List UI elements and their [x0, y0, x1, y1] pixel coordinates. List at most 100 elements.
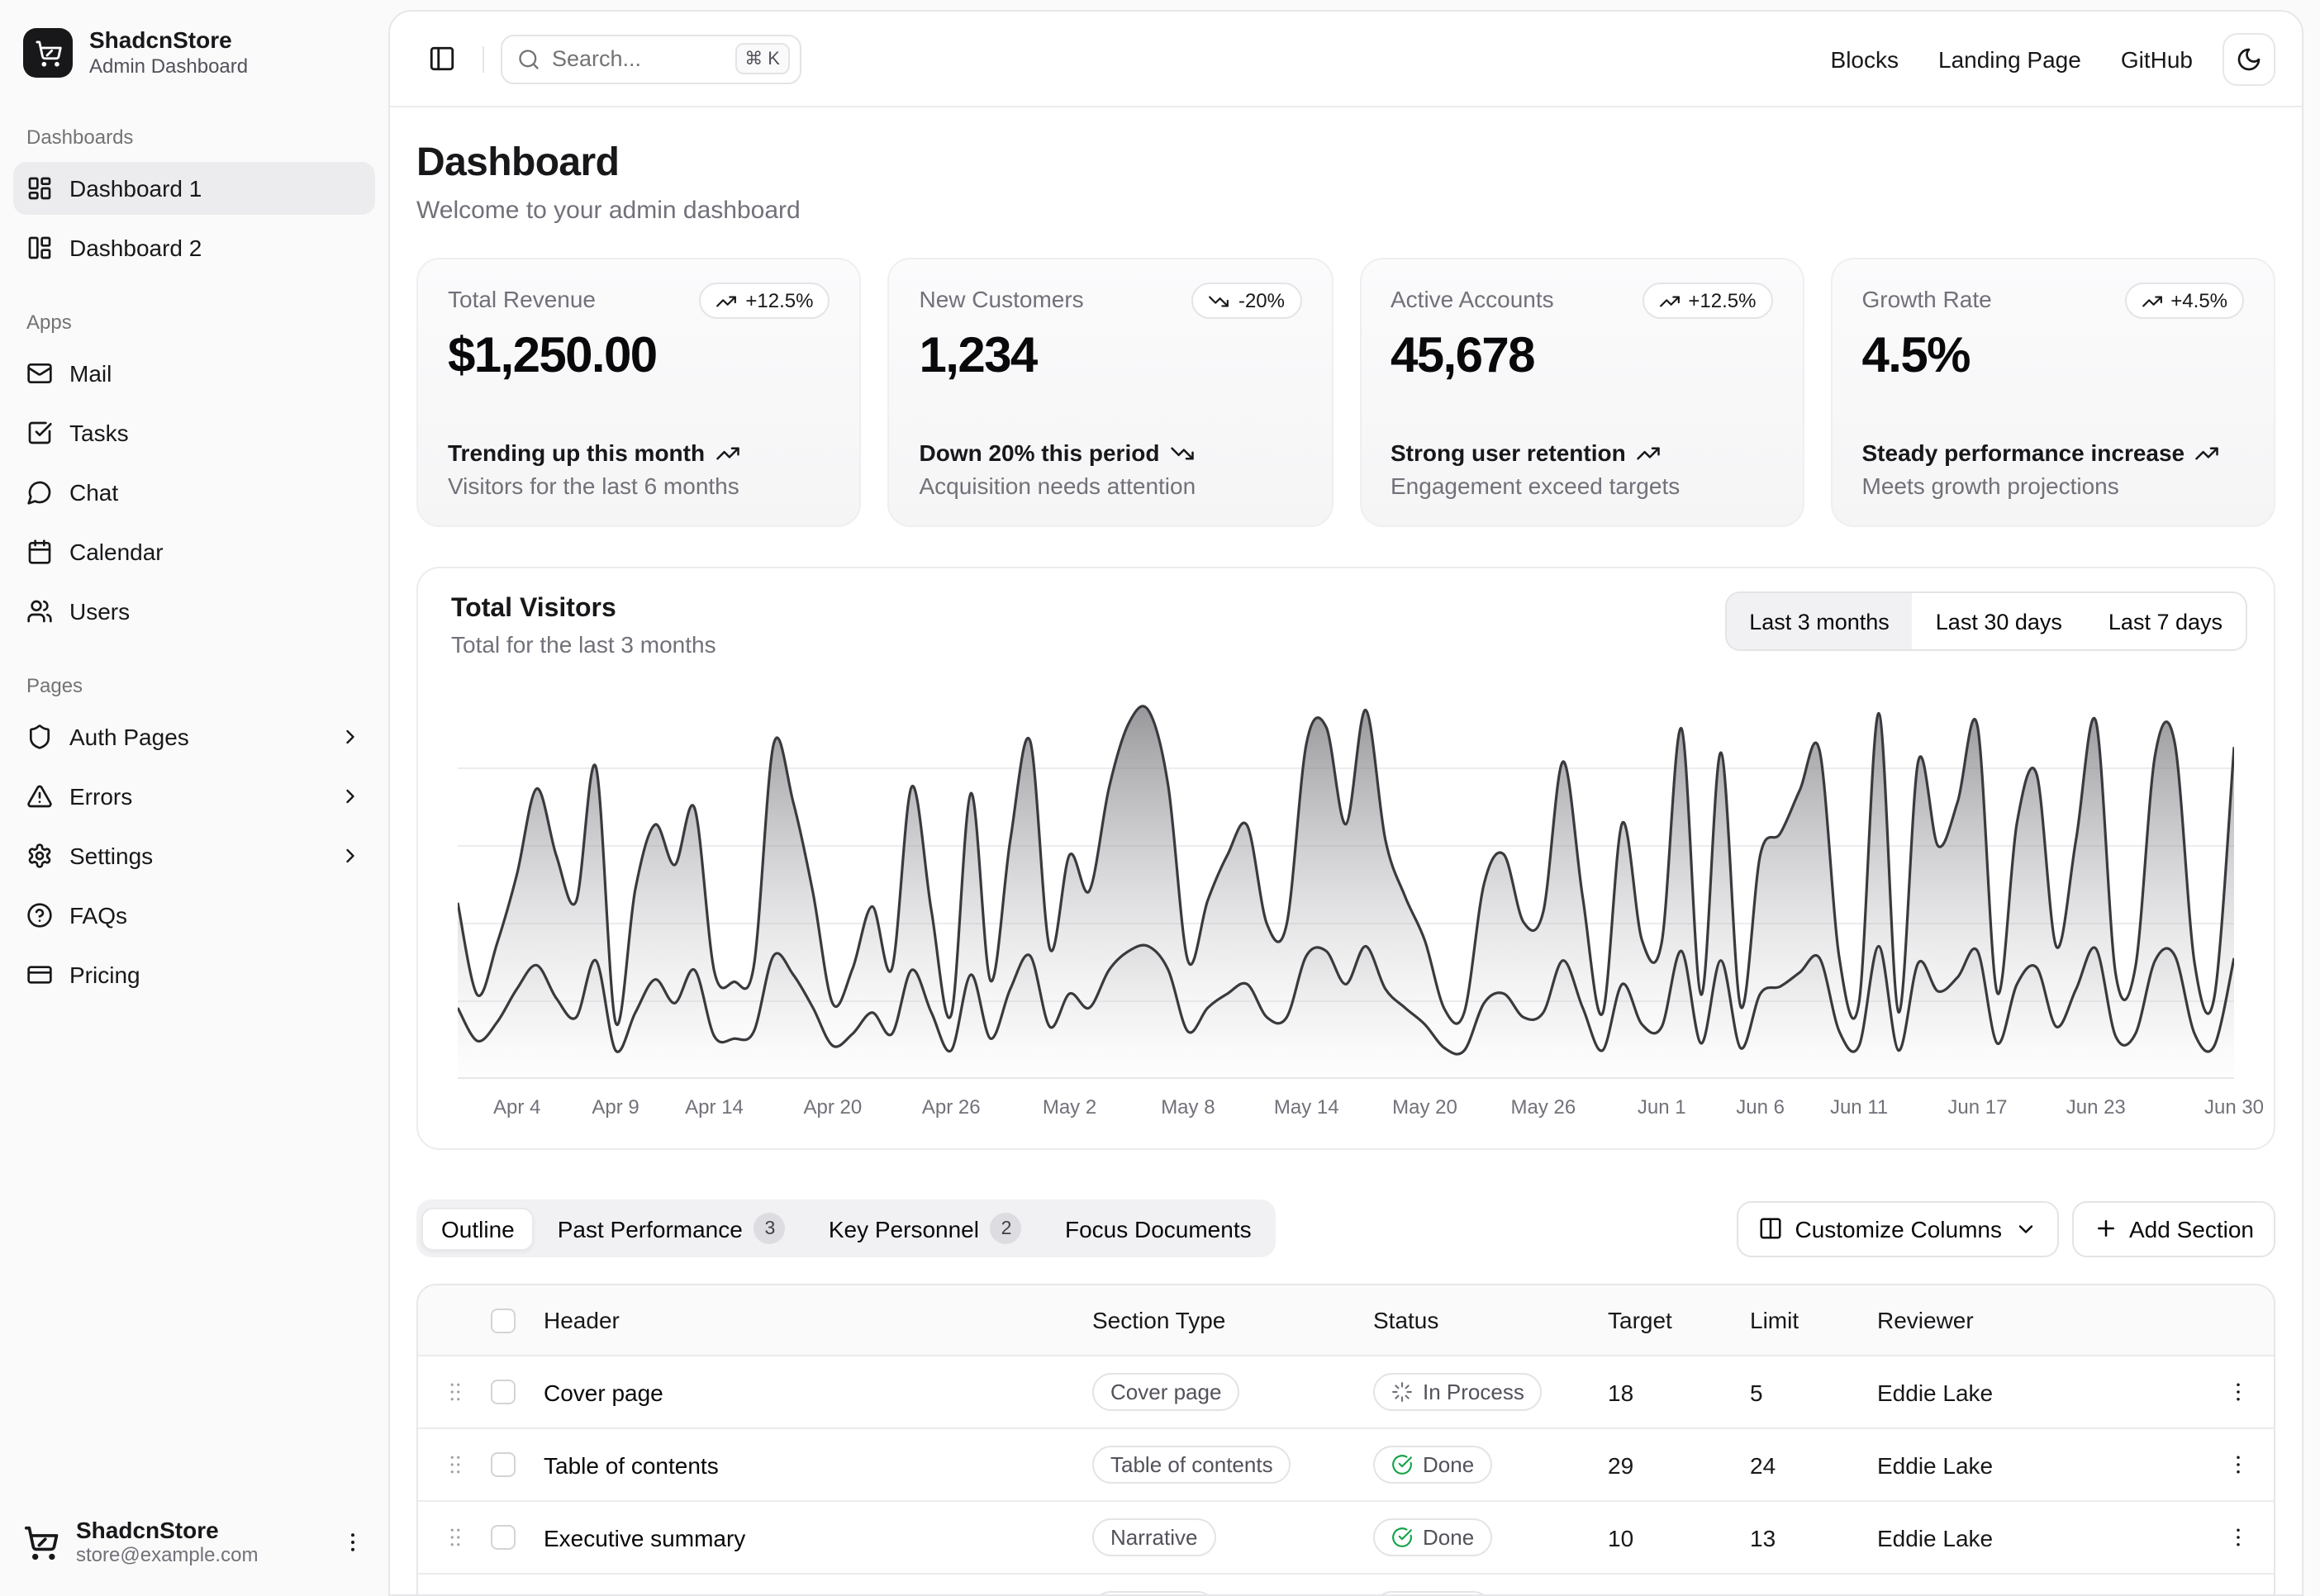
sidebar-item-dashboard-1[interactable]: Dashboard 1: [13, 163, 375, 216]
add-section-button[interactable]: Add Section: [2071, 1200, 2275, 1256]
count-badge: 3: [754, 1213, 786, 1244]
tab-past-performance[interactable]: Past Performance3: [538, 1204, 806, 1252]
trending-up-icon: [2141, 290, 2162, 311]
tab-key-personnel[interactable]: Key Personnel2: [809, 1204, 1042, 1252]
stat-caption: Visitors for the last 6 months: [448, 473, 830, 499]
table-row[interactable]: Cover page Cover page In Process 18 5 Ed…: [418, 1355, 2274, 1427]
sidebar-item-mail[interactable]: Mail: [13, 348, 375, 401]
col-header: Header: [537, 1307, 1079, 1333]
row-checkbox[interactable]: [491, 1452, 516, 1477]
row-name[interactable]: Cover page: [537, 1379, 1079, 1405]
link-landing-page[interactable]: Landing Page: [1938, 45, 2081, 72]
sidebar-item-pricing[interactable]: Pricing: [13, 949, 375, 1002]
customize-columns-button[interactable]: Customize Columns: [1737, 1200, 2058, 1256]
drag-handle-icon[interactable]: [418, 1380, 491, 1404]
square-check-icon: [26, 420, 53, 447]
x-tick-label: Apr 20: [804, 1095, 863, 1119]
sidebar-toggle-button[interactable]: [416, 34, 466, 83]
row-reviewer[interactable]: Eddie Lake: [1877, 1379, 2201, 1405]
ellipsis-vertical-icon[interactable]: [340, 1531, 365, 1556]
drag-handle-icon[interactable]: [418, 1452, 491, 1477]
search-input[interactable]: [552, 46, 723, 71]
users-icon: [26, 599, 53, 625]
table-row[interactable]: Technical approach Narrative Done 27 23 …: [418, 1573, 2274, 1594]
sidebar-item-label: Calendar: [69, 539, 164, 566]
row-target[interactable]: 18: [1608, 1379, 1750, 1405]
row-target[interactable]: 10: [1608, 1524, 1750, 1551]
circle-check-icon: [1391, 1527, 1413, 1548]
status-badge: Done: [1373, 1446, 1492, 1484]
select-all-checkbox[interactable]: [491, 1308, 516, 1332]
row-reviewer[interactable]: Eddie Lake: [1877, 1451, 2201, 1478]
sidebar-item-auth-pages[interactable]: Auth Pages: [13, 711, 375, 764]
row-reviewer[interactable]: Eddie Lake: [1877, 1524, 2201, 1551]
range-last-3-months[interactable]: Last 3 months: [1726, 593, 1913, 649]
link-github[interactable]: GitHub: [2121, 45, 2193, 72]
stat-cards: Total Revenue +12.5% $1,250.00 Trending …: [416, 258, 2275, 527]
trend-badge: +12.5%: [1642, 283, 1772, 319]
page-title: Dashboard: [416, 140, 2275, 187]
row-limit[interactable]: 13: [1750, 1524, 1877, 1551]
drag-handle-icon[interactable]: [418, 1525, 491, 1550]
table-row[interactable]: Executive summary Narrative Done 10 13 E…: [418, 1500, 2274, 1573]
topbar: ⌘ K Blocks Landing Page GitHub: [390, 12, 2302, 107]
trending-up-icon: [1636, 440, 1661, 465]
dark-mode-toggle[interactable]: [2223, 32, 2275, 85]
trending-up-icon: [715, 440, 739, 465]
x-tick-label: May 2: [1043, 1095, 1096, 1119]
sections-table: Header Section Type Status Target Limit …: [416, 1284, 2275, 1594]
sidebar-item-dashboard-2[interactable]: Dashboard 2: [13, 222, 375, 275]
stat-card-active-accounts: Active Accounts +12.5% 45,678 Strong use…: [1359, 258, 1804, 527]
row-menu-icon[interactable]: [2201, 1525, 2274, 1550]
main-panel: ⌘ K Blocks Landing Page GitHub Dashboard…: [388, 10, 2303, 1596]
total-visitors-card: Total Visitors Total for the last 3 mont…: [416, 567, 2275, 1150]
row-name[interactable]: Table of contents: [537, 1451, 1079, 1478]
brand-name: ShadcnStore: [89, 26, 248, 55]
row-menu-icon[interactable]: [2201, 1452, 2274, 1477]
triangle-alert-icon: [26, 784, 53, 810]
x-tick-label: Apr 14: [685, 1095, 744, 1119]
status-badge: In Process: [1373, 1373, 1543, 1411]
view-tabs: Outline Past Performance3 Key Personnel2…: [416, 1199, 1276, 1257]
row-limit[interactable]: 24: [1750, 1451, 1877, 1478]
stat-card-total-revenue: Total Revenue +12.5% $1,250.00 Trending …: [416, 258, 862, 527]
trending-down-icon: [1169, 440, 1194, 465]
brand[interactable]: ShadcnStore Admin Dashboard: [13, 17, 375, 90]
section-type-badge: Table of contents: [1092, 1446, 1291, 1484]
mail-icon: [26, 361, 53, 387]
status-badge: Done: [1373, 1518, 1492, 1556]
sidebar-item-users[interactable]: Users: [13, 586, 375, 639]
row-menu-icon[interactable]: [2201, 1380, 2274, 1404]
range-last-7-days[interactable]: Last 7 days: [2085, 593, 2246, 649]
x-tick-label: May 20: [1392, 1095, 1457, 1119]
sidebar-footer-account[interactable]: ShadcnStore store@example.com: [13, 1506, 375, 1579]
x-tick-label: May 26: [1511, 1095, 1576, 1119]
sidebar-item-tasks[interactable]: Tasks: [13, 407, 375, 460]
table-toolbar: Outline Past Performance3 Key Personnel2…: [416, 1199, 2275, 1257]
sidebar-item-label: Users: [69, 599, 130, 625]
stat-label: Growth Rate: [1862, 283, 1992, 312]
stat-caption: Acquisition needs attention: [920, 473, 1302, 499]
stat-footline: Strong user retention: [1391, 439, 1626, 466]
sidebar-item-settings[interactable]: Settings: [13, 830, 375, 883]
trending-down-icon: [1209, 290, 1230, 311]
tab-outline[interactable]: Outline: [421, 1207, 535, 1250]
table-row[interactable]: Table of contents Table of contents Done…: [418, 1427, 2274, 1500]
sidebar-item-label: Auth Pages: [69, 724, 189, 751]
row-checkbox[interactable]: [491, 1525, 516, 1550]
row-target[interactable]: 29: [1608, 1451, 1750, 1478]
range-last-30-days[interactable]: Last 30 days: [1913, 593, 2085, 649]
sidebar-item-label: Pricing: [69, 962, 140, 989]
search-box[interactable]: ⌘ K: [501, 34, 801, 83]
row-limit[interactable]: 5: [1750, 1379, 1877, 1405]
link-blocks[interactable]: Blocks: [1831, 45, 1899, 72]
sidebar-item-calendar[interactable]: Calendar: [13, 526, 375, 579]
sidebar-item-label: Settings: [69, 843, 153, 870]
tab-focus-documents[interactable]: Focus Documents: [1045, 1207, 1272, 1250]
sidebar-item-errors[interactable]: Errors: [13, 771, 375, 824]
calendar-icon: [26, 539, 53, 566]
row-name[interactable]: Executive summary: [537, 1524, 1079, 1551]
row-checkbox[interactable]: [491, 1380, 516, 1404]
sidebar-item-chat[interactable]: Chat: [13, 467, 375, 520]
sidebar-item-faqs[interactable]: FAQs: [13, 890, 375, 943]
